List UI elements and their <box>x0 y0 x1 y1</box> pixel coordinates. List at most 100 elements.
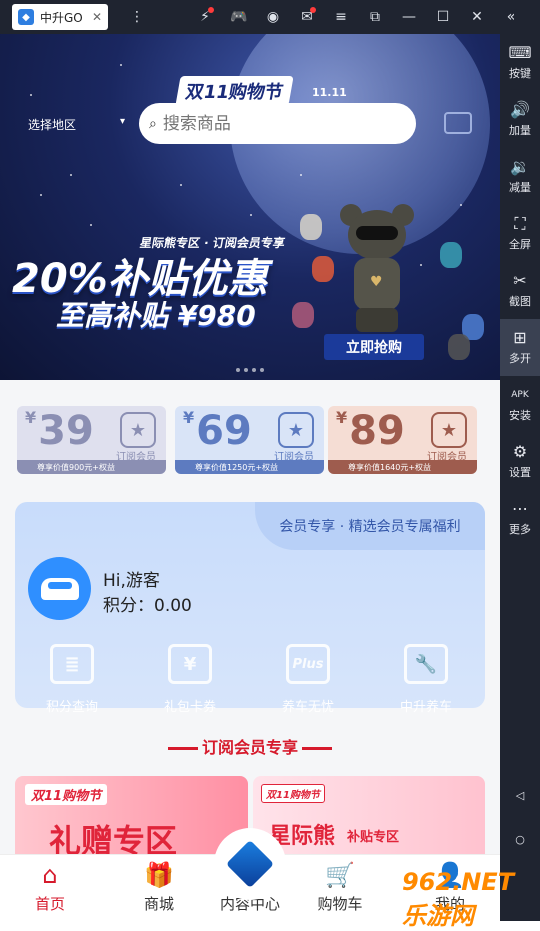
app-tab[interactable]: ◆ 中升GO ✕ <box>12 4 108 30</box>
plan-price: ¥39 <box>25 408 94 454</box>
sidebar-item-3[interactable]: ⛶ 全屏 <box>500 205 540 262</box>
mail-icon[interactable]: ✉ <box>290 0 324 34</box>
promo-subheadline: 至高补贴 ¥980 <box>56 299 256 332</box>
mini-bear-figure <box>292 302 314 328</box>
app-tab-title: 中升GO <box>40 10 83 25</box>
multi-instance-icon: ⊞ <box>513 327 527 347</box>
volume-up-icon: 🔊 <box>510 99 530 119</box>
currency-symbol: ¥ <box>336 408 348 427</box>
fullscreen-icon: ⛶ <box>514 213 526 233</box>
plan-price: ¥69 <box>183 408 252 454</box>
sidebar-item-4[interactable]: ✂ 截图 <box>500 262 540 319</box>
tab-label: 购物车 <box>317 895 363 913</box>
currency-symbol: ¥ <box>183 408 195 427</box>
volume-down-icon: 🔉 <box>510 156 530 176</box>
message-icon[interactable] <box>444 112 472 134</box>
quick-action-coupons[interactable]: ¥ 礼包卡券 <box>145 644 235 715</box>
close-icon[interactable]: ✕ <box>460 0 494 34</box>
emulator-sidebar: ⌨ 按键 🔊 加量 🔉 减量 ⛶ 全屏 ✂ 截图 ⊞ 多开 APK 安装 ⚙ 设置 ⋯ 更多 ◁ ○ <box>500 34 540 921</box>
tab-cart[interactable]: 🛒 购物车 <box>300 863 380 914</box>
apk-icon: APK <box>511 389 529 400</box>
member-card: 会员专享 · 精选会员专属福利 Hi,游客 积分：0.00 ≣ 积分查询 ¥ 礼… <box>15 502 485 715</box>
region-selector[interactable]: 选择地区 <box>28 116 76 133</box>
member-slogan: 会员专享 · 精选会员专属福利 <box>255 502 485 550</box>
plan-price: ¥89 <box>336 408 405 454</box>
tab-list-icon[interactable]: ⋮ <box>120 0 154 34</box>
sidebar-item-label: 设置 <box>509 465 531 479</box>
sidebar-item-6[interactable]: APK 安装 <box>500 376 540 433</box>
sidebar-item-8[interactable]: ⋯ 更多 <box>500 490 540 547</box>
mini-bear-figure <box>448 334 470 360</box>
gift-zone-card[interactable]: 双11购物节 礼赠专区 <box>15 776 248 866</box>
promo-tag: 双11购物节 <box>261 784 325 803</box>
menu-icon[interactable]: ≡ <box>324 0 358 34</box>
gift-icon: 🎁 <box>144 861 174 889</box>
car-service-icon: 🔧 <box>404 644 448 684</box>
sidebar-item-label: 按键 <box>509 66 531 80</box>
content-center-icon <box>225 839 275 889</box>
gamepad-icon[interactable]: 🎮 <box>222 0 256 34</box>
sidebar-item-7[interactable]: ⚙ 设置 <box>500 433 540 490</box>
collapse-icon[interactable]: « <box>494 0 528 34</box>
content-center-button[interactable] <box>214 828 286 900</box>
more-icon: ⋯ <box>512 498 528 518</box>
quick-action-car-service[interactable]: 🔧 中升养车 <box>381 644 471 715</box>
star-badge-icon: ★ <box>278 412 314 448</box>
plan-card[interactable]: ¥39 ★ 订阅会员 尊享价值900元+权益 <box>17 406 166 474</box>
buy-now-button[interactable]: 立即抢购 <box>324 334 424 360</box>
currency-symbol: ¥ <box>25 408 37 427</box>
popout-icon[interactable]: ⧉ <box>358 0 392 34</box>
quick-action-points[interactable]: ≣ 积分查询 <box>27 644 117 715</box>
hero-banner[interactable]: 双11购物节 11.11 选择地区 ▾ ⌕ 星际熊专区 · 订阅会员专享 20%… <box>0 34 500 380</box>
scissors-icon: ✂ <box>513 270 527 290</box>
price-value: 39 <box>38 408 94 454</box>
avatar[interactable] <box>28 557 91 620</box>
points-query-icon: ≣ <box>50 644 94 684</box>
points-text: 积分：0.00 <box>103 596 192 616</box>
plan-value-note: 尊享价值900元+权益 <box>17 460 166 474</box>
plan-value-note: 尊享价值1640元+权益 <box>328 460 477 474</box>
tab-close-icon[interactable]: ✕ <box>92 10 102 24</box>
search-input[interactable] <box>162 113 383 134</box>
chevron-down-icon[interactable]: ▾ <box>120 116 125 127</box>
promo-subtitle: 补贴专区 <box>347 830 400 845</box>
festival-date: 11.11 <box>312 86 347 99</box>
sidebar-item-0[interactable]: ⌨ 按键 <box>500 34 540 91</box>
sidebar-item-2[interactable]: 🔉 减量 <box>500 148 540 205</box>
coupon-icon: ¥ <box>168 644 212 684</box>
account-icon[interactable]: ◉ <box>256 0 290 34</box>
greeting-text: Hi,游客 <box>103 571 160 591</box>
section-title: 订阅会员专享 <box>0 734 500 758</box>
plus-icon: Plus <box>286 644 330 684</box>
quick-action-plus[interactable]: Plus 养车无忧 <box>263 644 353 715</box>
tab-label: 首页 <box>34 895 65 913</box>
home-nav-icon[interactable]: ○ <box>500 811 540 868</box>
plan-cards: ¥39 ★ 订阅会员 尊享价值900元+权益 ¥69 ★ 订阅会员 尊享价值1250元+权益 ¥… <box>17 406 483 474</box>
sidebar-item-5[interactable]: ⊞ 多开 <box>500 319 540 376</box>
bear-subsidy-card[interactable]: 双11购物节 星际熊 补贴专区 <box>253 776 485 866</box>
mini-bear-figure <box>312 256 334 282</box>
app-screen: 双11购物节 11.11 选择地区 ▾ ⌕ 星际熊专区 · 订阅会员专享 20%… <box>0 34 500 921</box>
search-bar[interactable]: ⌕ <box>139 103 416 144</box>
sidebar-item-1[interactable]: 🔊 加量 <box>500 91 540 148</box>
maximize-icon[interactable]: ☐ <box>426 0 460 34</box>
search-icon: ⌕ <box>149 115 157 132</box>
quick-action-label: 礼包卡券 <box>163 700 216 715</box>
carousel-indicator <box>0 368 500 372</box>
tab-mall[interactable]: 🎁 商城 <box>119 863 199 914</box>
tab-home[interactable]: ⌂ 首页 <box>10 863 90 914</box>
star-badge-icon: ★ <box>431 412 467 448</box>
home-icon: ⌂ <box>42 861 58 889</box>
price-value: 89 <box>349 408 405 454</box>
minimize-icon[interactable]: — <box>392 0 426 34</box>
settings-icon: ⚙ <box>512 441 528 461</box>
keyboard-icon: ⌨ <box>508 42 532 62</box>
car-icon <box>40 577 79 600</box>
plan-card[interactable]: ¥89 ★ 订阅会员 尊享价值1640元+权益 <box>328 406 477 474</box>
tab-label: 商城 <box>143 895 174 913</box>
sidebar-item-label: 截图 <box>509 294 531 308</box>
plan-card[interactable]: ¥69 ★ 订阅会员 尊享价值1250元+权益 <box>175 406 324 474</box>
mini-bear-figure <box>300 214 322 240</box>
app-logo-icon: ◆ <box>18 9 34 25</box>
boost-icon[interactable]: ⚡ <box>188 0 222 34</box>
